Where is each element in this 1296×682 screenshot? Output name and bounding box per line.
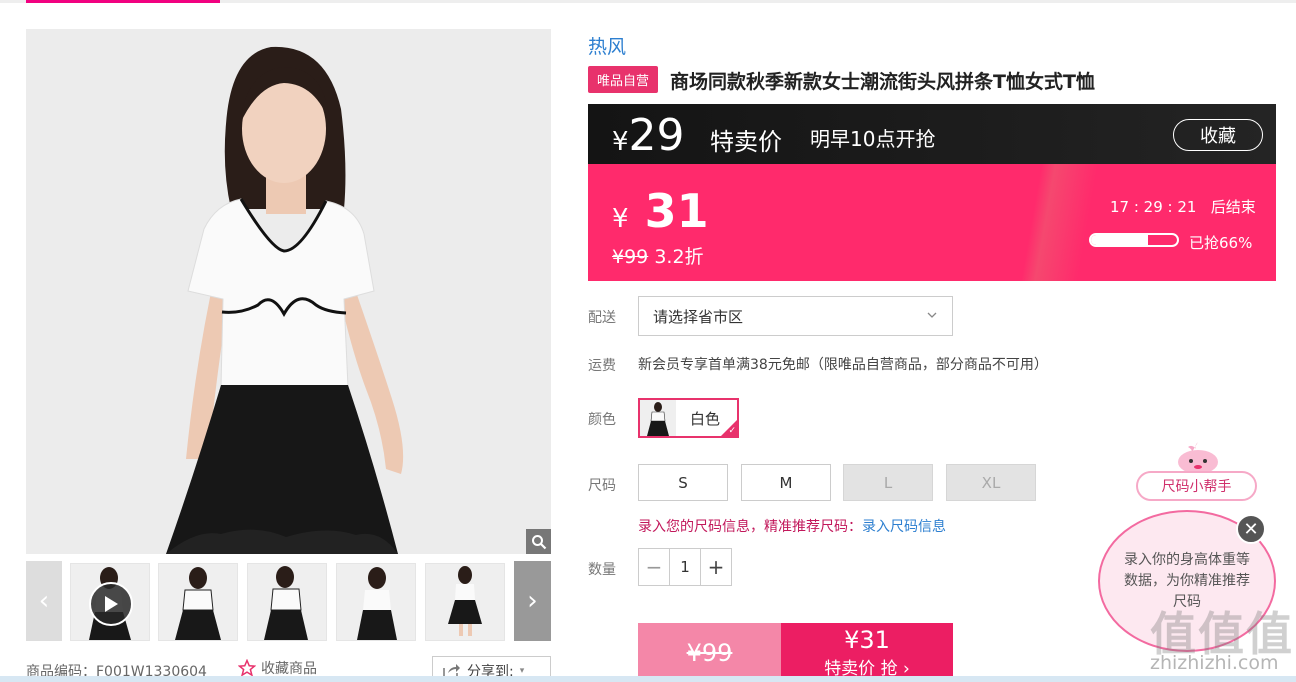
quantity-input[interactable]: 1 [669,549,701,585]
size-label: 尺码 [588,478,616,494]
favorite-product-link[interactable]: 收藏商品 [238,658,317,678]
size-helper-button[interactable]: 尺码小帮手 [1136,471,1257,501]
thumbnail-image[interactable] [247,563,327,641]
original-price-block: ¥99 [638,623,781,682]
size-option-xl: XL [946,464,1036,501]
region-select-value: 请选择省市区 [653,307,744,326]
original-price: ¥99 3.2折 [612,246,704,268]
magnifier-icon [531,534,546,549]
thumbnail-video[interactable] [70,563,150,641]
buy-price: ¥31 [844,626,890,654]
product-title: 商场同款秋季新款女士潮流街头风拼条T恤女式T恤 [670,71,1095,93]
enter-size-link[interactable]: 录入尺码信息 [862,519,946,535]
countdown-timer: 17 : 29 : 21 后结束 [1110,198,1256,216]
color-label: 颜色 [588,412,616,428]
quantity-label: 数量 [588,562,616,578]
chevron-right-icon: › [527,586,538,616]
special-price-bar: ¥29 特卖价 明早10点开抢 收藏 [588,104,1276,164]
quantity-stepper: − 1 + [638,548,732,586]
bottom-strip [0,676,1296,682]
sale-start-notice: 明早10点开抢 [810,127,936,151]
checkmark-icon: ✓ [728,426,736,436]
sold-percent: 已抢66% [1189,234,1253,252]
size-hint: 录入您的尺码信息，精准推荐尺码：录入尺码信息 [638,519,946,535]
sold-progress-bar [1089,233,1179,247]
shipping-policy: 新会员专享首单满38元免邮（限唯品自营商品，部分商品不可用） [638,357,1048,373]
region-select[interactable]: 请选择省市区 [638,296,953,336]
buy-now-button[interactable]: ¥31 特卖价 抢 › [781,623,953,682]
shipping-label: 运费 [588,358,616,374]
size-option-s[interactable]: S [638,464,728,501]
zoom-button[interactable] [526,529,551,554]
delivery-label: 配送 [588,310,616,326]
main-product-image[interactable] [26,29,551,554]
play-icon[interactable] [89,582,133,626]
color-option-label: 白色 [690,409,721,428]
color-swatch-image [640,400,676,436]
size-option-m[interactable]: M [741,464,831,501]
model-photo [26,29,551,554]
mascot-icon [1178,442,1218,474]
thumbnail-image[interactable] [158,563,238,641]
quantity-increase-button[interactable]: + [701,549,731,585]
special-price: ¥29 [612,110,685,161]
thumbnail-image[interactable] [425,563,505,641]
color-option-white[interactable]: 白色 ✓ [638,398,739,438]
flash-price: ¥ 31 [612,184,709,238]
brand-link[interactable]: 热风 [588,32,626,59]
top-tab-indicator [26,0,220,3]
thumbnail-prev-button[interactable]: ‹ [26,561,62,641]
collect-button[interactable]: 收藏 [1173,119,1263,151]
sold-progress-fill [1091,235,1148,245]
quantity-decrease-button[interactable]: − [639,549,669,585]
size-option-l: L [843,464,933,501]
caret-down-icon: ▾ [519,665,525,676]
chevron-left-icon: ‹ [38,586,50,616]
watermark-url: zhizhizhi.com [1150,652,1279,674]
favorite-label: 收藏商品 [261,661,317,677]
special-price-label: 特卖价 [710,128,782,156]
self-operated-badge: 唯品自营 [588,66,658,93]
close-icon[interactable]: ✕ [1236,514,1266,544]
thumbnail-image[interactable] [336,563,416,641]
flash-sale-panel: ¥ 31 ¥99 3.2折 17 : 29 : 21 后结束 已抢66% [588,164,1276,281]
chevron-down-icon [927,312,937,318]
star-icon [238,659,256,677]
thumbnail-next-button[interactable]: › [514,561,551,641]
